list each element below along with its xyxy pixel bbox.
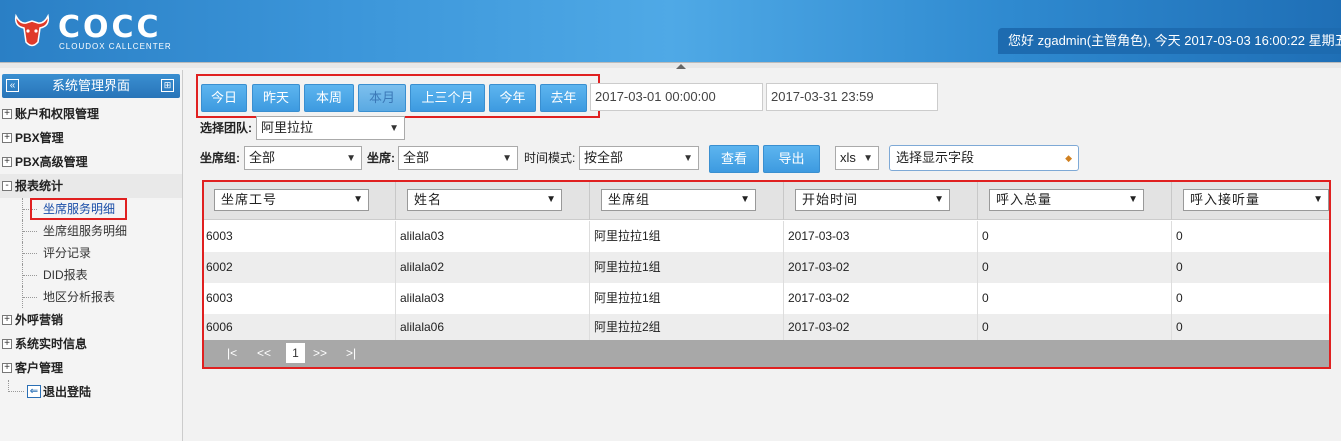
sidebar: « 系统管理界面 ⊞ + 账户和权限管理 + PBX管理 + PBX高级管理 - 报表统…: [0, 70, 183, 441]
expand-icon[interactable]: +: [2, 315, 12, 325]
user-greeting: 您好 zgadmin(主管角色), 今天 2017-03-03 16:00:22…: [998, 28, 1341, 54]
nav-pbx[interactable]: + PBX管理: [0, 126, 182, 150]
nav-did-report[interactable]: DID报表: [0, 264, 182, 286]
nav-label: 外呼营销: [15, 313, 64, 327]
time-mode-value: 按全部: [584, 150, 624, 165]
sidebar-header: « 系统管理界面 ⊞: [2, 74, 180, 98]
collapse-sidebar-icon[interactable]: «: [6, 79, 19, 92]
nav-rating-records[interactable]: 评分记录: [0, 242, 182, 264]
nav-label: 客户管理: [15, 361, 64, 375]
nav-label: DID报表: [43, 268, 88, 282]
tree-connector: [8, 380, 24, 392]
nav-account-permissions[interactable]: + 账户和权限管理: [0, 102, 182, 126]
tree-connector: [22, 220, 38, 242]
app-logo: COCC CLOUDOX CALLCENTER: [12, 8, 172, 54]
team-label: 选择团队:: [200, 121, 252, 135]
time-mode-select[interactable]: 按全部 ▼: [579, 146, 699, 170]
nav-label: 报表统计: [15, 179, 64, 193]
logo-wordmark: COCC: [58, 10, 162, 45]
expand-icon[interactable]: +: [2, 109, 12, 119]
group-select[interactable]: 全部 ▼: [244, 146, 362, 170]
nav-label: 系统实时信息: [15, 337, 88, 351]
expand-icon[interactable]: +: [2, 363, 12, 373]
nav-label: 坐席组服务明细: [43, 224, 128, 238]
nav-reports[interactable]: - 报表统计: [0, 174, 182, 198]
collapse-header-icon[interactable]: [673, 62, 689, 70]
agent-select[interactable]: 全部 ▼: [398, 146, 518, 170]
pin-icon[interactable]: ⊞: [161, 79, 174, 92]
logout-label: 退出登陆: [43, 385, 92, 399]
group-label: 坐席组:: [200, 151, 240, 165]
nav-customer-management[interactable]: + 客户管理: [0, 356, 182, 380]
logo-subtitle: CLOUDOX CALLCENTER: [59, 42, 172, 51]
nav-outbound-marketing[interactable]: + 外呼营销: [0, 308, 182, 332]
collapse-icon[interactable]: -: [2, 181, 12, 191]
expand-icon[interactable]: +: [2, 339, 12, 349]
group-value: 全部: [249, 150, 276, 165]
nav-label: 地区分析报表: [43, 290, 116, 304]
quick-date-highlight: [196, 74, 600, 118]
view-button[interactable]: 查看: [709, 145, 759, 173]
logout-link[interactable]: ⇐ 退出登陆: [0, 380, 182, 404]
display-fields-select[interactable]: 选择显示字段 ◆: [889, 145, 1079, 171]
highlight-box: [30, 198, 127, 220]
agent-label: 坐席:: [367, 151, 395, 165]
nav-agent-service-detail[interactable]: 坐席服务明细: [0, 198, 182, 220]
dropdown-caret-icon: ▼: [863, 153, 873, 164]
sidebar-title: 系统管理界面: [51, 78, 130, 93]
nav-label: 账户和权限管理: [15, 107, 100, 121]
dropdown-caret-icon: ▼: [346, 153, 356, 164]
agent-value: 全部: [403, 150, 430, 165]
export-button[interactable]: 导出: [763, 145, 820, 173]
bull-logo-icon: [14, 13, 50, 47]
format-value: xls: [840, 150, 856, 165]
nav-pbx-advanced[interactable]: + PBX高级管理: [0, 150, 182, 174]
expand-icon[interactable]: +: [2, 133, 12, 143]
end-time-input[interactable]: 2017-03-31 23:59: [766, 83, 938, 111]
nav-tree: + 账户和权限管理 + PBX管理 + PBX高级管理 - 报表统计 坐席服务明细 坐席…: [0, 102, 182, 404]
export-format-select[interactable]: xls ▼: [835, 146, 879, 170]
top-header: COCC CLOUDOX CALLCENTER 您好 zgadmin(主管角色)…: [0, 0, 1341, 62]
expand-icon[interactable]: +: [2, 157, 12, 167]
time-mode-label: 时间模式:: [524, 151, 576, 165]
tree-connector: [22, 242, 38, 264]
nav-realtime-info[interactable]: + 系统实时信息: [0, 332, 182, 356]
tree-connector: [22, 264, 38, 286]
header-divider: [0, 62, 1341, 68]
start-time-input[interactable]: 2017-03-01 00:00:00: [590, 83, 763, 111]
logout-icon: ⇐: [27, 385, 41, 398]
team-select[interactable]: 阿里拉拉 ▼: [256, 116, 405, 140]
nav-label: 评分记录: [43, 246, 92, 260]
nav-label: PBX高级管理: [15, 155, 88, 169]
nav-region-report[interactable]: 地区分析报表: [0, 286, 182, 308]
display-fields-value: 选择显示字段: [896, 150, 975, 165]
dropdown-caret-icon: ▼: [389, 123, 399, 134]
nav-label: PBX管理: [15, 131, 64, 145]
nav-group-service-detail[interactable]: 坐席组服务明细: [0, 220, 182, 242]
main-content: 今日 昨天 本周 本月 上三个月 今年 去年 2017-03-01 00:00:…: [190, 70, 1341, 441]
team-value: 阿里拉拉: [261, 120, 314, 135]
dropdown-caret-icon: ▼: [683, 153, 693, 164]
sort-caret-icon: ◆: [1065, 153, 1072, 163]
dropdown-caret-icon: ▼: [502, 153, 512, 164]
tree-connector: [22, 286, 38, 308]
grid-highlight: [202, 180, 1331, 369]
